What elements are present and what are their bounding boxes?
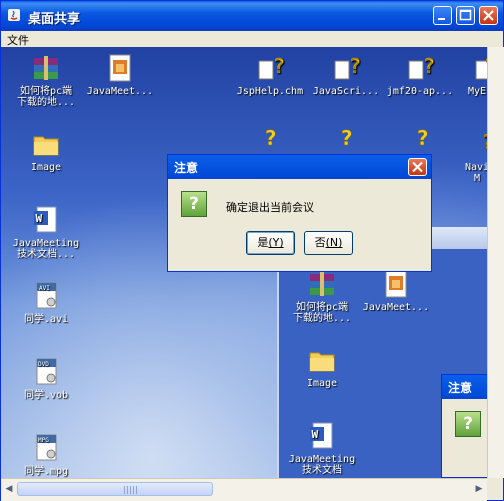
desktop-icon[interactable]: DVD 同学.vob: [7, 357, 85, 401]
word-document-icon: W: [34, 206, 57, 233]
svg-text:DVD: DVD: [38, 361, 49, 368]
dialog-title-bar[interactable]: 注意: [168, 155, 431, 179]
close-icon: [412, 161, 423, 173]
winrar-archive-icon: [34, 56, 58, 80]
icon-label: Image: [30, 162, 62, 173]
scroll-corner: [487, 478, 503, 500]
desktop-icon[interactable]: W JavaMeeting 技术文档: [283, 421, 361, 476]
dialog-message: 确定退出当前会议: [226, 201, 314, 214]
desktop-icon[interactable]: ? JavaScri...: [307, 53, 385, 97]
maximize-icon: [459, 9, 472, 21]
window-title: 桌面共享: [28, 12, 81, 27]
icon-label: 同学.mpg: [23, 466, 69, 477]
menu-file[interactable]: 文件: [7, 32, 29, 48]
question-icon: ?: [181, 191, 207, 217]
svg-text:?: ?: [341, 126, 353, 150]
desktop-icon[interactable]: 如何将pc端 下载的地...: [7, 53, 85, 108]
desktop-icon[interactable]: Image: [7, 129, 85, 173]
icon-label: jmf20-ap...: [386, 86, 454, 97]
icon-label: JavaMeeting 技术文档: [288, 454, 356, 476]
no-mnemonic: (N): [325, 236, 343, 249]
vob-file-icon: DVD: [36, 358, 57, 385]
desktop-icon[interactable]: JavaMeet...: [81, 53, 159, 97]
help-file-icon: ?: [408, 54, 435, 80]
svg-text:AVI: AVI: [39, 285, 50, 292]
nested-dialog-title: 注意: [448, 381, 473, 395]
close-icon: [483, 10, 494, 21]
icon-label: 同学.vob: [23, 390, 69, 401]
icon-label: JavaMeet...: [86, 86, 154, 97]
folder-icon: [33, 136, 59, 156]
icon-label: Image: [306, 378, 338, 389]
yes-button[interactable]: 是(Y): [246, 231, 295, 255]
maximize-button[interactable]: [456, 6, 475, 25]
svg-text:W: W: [36, 212, 43, 225]
scroll-thumb[interactable]: [17, 482, 213, 496]
no-label: 否: [314, 236, 326, 249]
desktop-icon[interactable]: JavaMeet...: [357, 269, 435, 313]
winrar-archive-icon: [310, 272, 334, 296]
help-file-icon: ?: [334, 54, 361, 80]
help-file-icon: ?: [265, 126, 277, 151]
image-document-icon: [109, 54, 131, 82]
svg-text:?: ?: [417, 126, 429, 150]
no-button[interactable]: 否(N): [304, 231, 353, 255]
help-file-icon: ?: [258, 54, 285, 80]
yes-label: 是: [257, 236, 269, 249]
question-icon: ?: [455, 411, 481, 437]
icon-label: JspHelp.chm: [236, 86, 304, 97]
folder-icon: [309, 352, 335, 372]
vertical-scrollbar[interactable]: [487, 47, 504, 478]
icon-label: 如何将pc端 下载的地...: [292, 302, 352, 324]
icon-label: JavaMeeting 技术文档...: [12, 238, 80, 260]
icon-label: 如何将pc端 下载的地...: [16, 86, 76, 108]
grip-icon: [124, 486, 138, 494]
minimize-button[interactable]: [433, 6, 452, 25]
desktop-icon[interactable]: MPG 同学.mpg: [7, 433, 85, 477]
desktop-icon[interactable]: ? jmf20-ap...: [381, 53, 459, 97]
svg-text:W: W: [312, 428, 319, 441]
dialog-title: 注意: [174, 161, 199, 175]
help-file-icon: ?: [417, 126, 429, 151]
svg-text:?: ?: [265, 126, 277, 150]
confirm-dialog: 注意 ? 确定退出当前会议 是(Y) 否(N): [167, 154, 432, 272]
avi-file-icon: AVI: [36, 282, 57, 309]
horizontal-scrollbar[interactable]: ◀ ▶: [1, 478, 487, 501]
icon-label: 同学.avi: [23, 314, 69, 325]
close-button[interactable]: [479, 6, 498, 25]
svg-text:?: ?: [423, 54, 435, 78]
icon-label: JavaMeet...: [362, 302, 430, 313]
icon-label: JavaScri...: [312, 86, 380, 97]
desktop-icon[interactable]: 如何将pc端 下载的地...: [283, 269, 361, 324]
image-document-icon: [385, 270, 407, 298]
svg-text:?: ?: [349, 54, 361, 78]
desktop-share-window: 桌面共享 文件 如何将pc端 下载的地... JavaMeet... ? Jsp…: [0, 0, 504, 501]
yes-mnemonic: (Y): [268, 236, 284, 249]
java-app-icon: [8, 9, 20, 21]
desktop-icon[interactable]: Image: [283, 345, 361, 389]
svg-text:?: ?: [273, 54, 285, 78]
minimize-icon: [438, 18, 445, 20]
dialog-close-button[interactable]: [408, 158, 427, 176]
scroll-left-arrow-icon[interactable]: ◀: [1, 481, 17, 497]
menu-bar: 文件: [1, 31, 503, 47]
desktop-icon[interactable]: ? JspHelp.chm: [231, 53, 309, 97]
word-document-icon: W: [310, 422, 333, 449]
desktop-icon[interactable]: AVI 同学.avi: [7, 281, 85, 325]
title-bar[interactable]: 桌面共享: [1, 1, 503, 31]
mpg-file-icon: MPG: [36, 434, 57, 461]
desktop-icon[interactable]: W JavaMeeting 技术文档...: [7, 205, 85, 260]
help-file-icon: ?: [341, 126, 353, 151]
scroll-right-arrow-icon[interactable]: ▶: [471, 481, 487, 497]
svg-text:MPG: MPG: [38, 437, 49, 444]
